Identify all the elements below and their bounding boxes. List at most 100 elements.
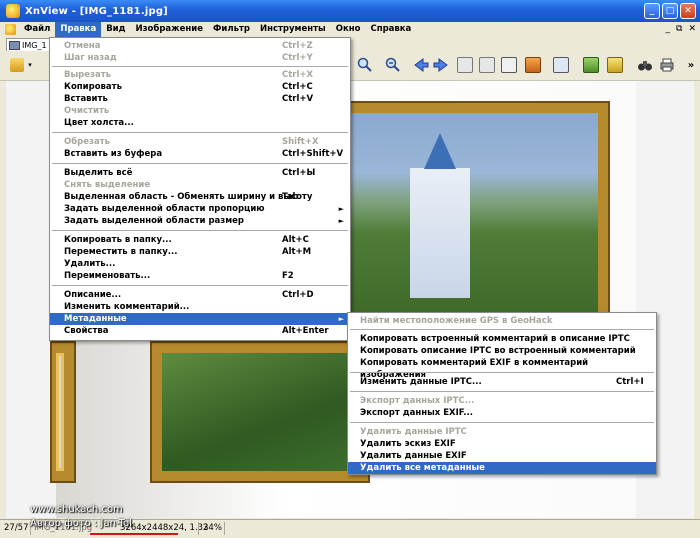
menu-edit-comment[interactable]: Изменить комментарий... bbox=[50, 301, 350, 313]
painting-frame-2 bbox=[152, 343, 368, 481]
menu-help[interactable]: Справка bbox=[365, 22, 416, 37]
convert-icon[interactable] bbox=[606, 56, 624, 74]
actual-size-icon[interactable] bbox=[478, 56, 496, 74]
menu-selection-ratio-label: Задать выделенной области пропорцию bbox=[64, 204, 265, 214]
more-icon[interactable]: » bbox=[682, 56, 700, 74]
menu-canvas-color[interactable]: Цвет холста... bbox=[50, 117, 350, 129]
metadata-submenu: Найти местоположение GPS в GeoHack Копир… bbox=[347, 312, 657, 475]
zoom-out-icon[interactable] bbox=[384, 56, 402, 74]
menu-step-back-label: Шаг назад bbox=[64, 53, 117, 63]
mdi-restore-button[interactable]: ⧉ bbox=[676, 24, 682, 34]
submenu-arrow-icon: ► bbox=[338, 217, 344, 225]
menu-step-back[interactable]: Шаг назад Ctrl+Y bbox=[50, 52, 350, 64]
menu-deselect[interactable]: Снять выделение bbox=[50, 179, 350, 191]
title-bar[interactable]: XnView - [IMG_1181.jpg] _ □ ✕ bbox=[0, 0, 700, 22]
menu-tools[interactable]: Инструменты bbox=[255, 22, 331, 37]
tab-image[interactable]: IMG_1 bbox=[6, 38, 50, 51]
menu-select-all-label: Выделить всё bbox=[64, 168, 133, 178]
menu-separator bbox=[350, 329, 654, 330]
menu-select-all[interactable]: Выделить всё Ctrl+Ы bbox=[50, 167, 350, 179]
submenu-geohack[interactable]: Найти местоположение GPS в GeoHack bbox=[348, 315, 656, 327]
menu-swap-selection[interactable]: Выделенная область - Обменять ширину и в… bbox=[50, 191, 350, 203]
submenu-delete-all-metadata[interactable]: Удалить все метаданные bbox=[348, 462, 656, 474]
zoom-in-icon[interactable] bbox=[356, 56, 374, 74]
menu-clear[interactable]: Очистить bbox=[50, 105, 350, 117]
menu-description[interactable]: Описание... Ctrl+D bbox=[50, 289, 350, 301]
menu-paste[interactable]: Вставить Ctrl+V bbox=[50, 93, 350, 105]
mdi-close-button[interactable]: ✕ bbox=[688, 24, 696, 34]
submenu-copy-iptc-to-comment[interactable]: Копировать описание IPTC во встроенный к… bbox=[348, 345, 656, 357]
menu-window[interactable]: Окно bbox=[331, 22, 366, 37]
browse-icon[interactable] bbox=[8, 56, 26, 74]
menu-cut-shortcut: Ctrl+X bbox=[282, 70, 314, 80]
menu-swap-selection-shortcut: Tab bbox=[282, 192, 299, 202]
menu-delete[interactable]: Удалить... bbox=[50, 258, 350, 270]
system-menu-icon[interactable] bbox=[5, 24, 16, 35]
menu-properties[interactable]: Свойства Alt+Enter bbox=[50, 325, 350, 337]
slideshow-icon[interactable] bbox=[524, 56, 542, 74]
menu-crop[interactable]: Обрезать Shift+X bbox=[50, 136, 350, 148]
menu-view[interactable]: Вид bbox=[101, 22, 130, 37]
submenu-copy-exif-comment[interactable]: Копировать комментарий EXIF в комментари… bbox=[348, 357, 656, 380]
submenu-arrow-icon: ► bbox=[338, 205, 344, 213]
next-icon[interactable] bbox=[432, 56, 450, 74]
menu-copy-shortcut: Ctrl+C bbox=[282, 82, 313, 92]
menu-rename[interactable]: Переименовать... F2 bbox=[50, 270, 350, 282]
menu-selection-ratio[interactable]: Задать выделенной области пропорцию ► bbox=[50, 203, 350, 215]
menu-copy-to-folder-label: Копировать в папку... bbox=[64, 235, 172, 245]
red-underline bbox=[90, 533, 178, 535]
submenu-delete-exif-thumbnail[interactable]: Удалить эскиз EXIF bbox=[348, 438, 656, 450]
menu-separator bbox=[52, 230, 348, 231]
submenu-copy-comment-to-iptc[interactable]: Копировать встроенный комментарий в опис… bbox=[348, 333, 656, 345]
close-button[interactable]: ✕ bbox=[680, 3, 696, 19]
menu-copy-to-folder[interactable]: Копировать в папку... Alt+C bbox=[50, 234, 350, 246]
xnview-app-icon[interactable] bbox=[6, 4, 20, 18]
menu-undo-shortcut: Ctrl+Z bbox=[282, 41, 313, 51]
binoculars-icon[interactable] bbox=[636, 56, 654, 74]
menu-properties-shortcut: Alt+Enter bbox=[282, 326, 329, 336]
submenu-geohack-label: Найти местоположение GPS в GeoHack bbox=[360, 316, 553, 326]
properties-icon[interactable] bbox=[582, 56, 600, 74]
submenu-copy-iptc-to-comment-label: Копировать описание IPTC во встроенный к… bbox=[360, 346, 636, 356]
submenu-export-exif-label: Экспорт данных EXIF... bbox=[360, 408, 473, 418]
menu-separator bbox=[52, 66, 348, 67]
menu-paste-from-clipboard-label: Вставить из буфера bbox=[64, 149, 163, 159]
menu-copy[interactable]: Копировать Ctrl+C bbox=[50, 81, 350, 93]
menu-edit[interactable]: Правка bbox=[55, 22, 102, 37]
menu-undo[interactable]: Отмена Ctrl+Z bbox=[50, 40, 350, 52]
submenu-edit-iptc-shortcut: Ctrl+I bbox=[616, 377, 644, 387]
dropdown-arrow-icon[interactable]: ▾ bbox=[26, 56, 34, 74]
painting-church bbox=[350, 113, 598, 313]
fullscreen-icon[interactable] bbox=[500, 56, 518, 74]
menu-paste-from-clipboard[interactable]: Вставить из буфера Ctrl+Shift+V bbox=[50, 148, 350, 160]
menu-metadata[interactable]: Метаданные ► bbox=[50, 313, 350, 325]
menu-metadata-label: Метаданные bbox=[64, 314, 127, 324]
menu-paste-shortcut: Ctrl+V bbox=[282, 94, 314, 104]
submenu-export-exif[interactable]: Экспорт данных EXIF... bbox=[348, 407, 656, 419]
menu-cut-label: Вырезать bbox=[64, 70, 111, 80]
menu-move-to-folder[interactable]: Переместить в папку... Alt+M bbox=[50, 246, 350, 258]
print-icon[interactable] bbox=[658, 56, 676, 74]
minimize-button[interactable]: _ bbox=[644, 3, 660, 19]
menu-clear-label: Очистить bbox=[64, 106, 110, 116]
menu-cut[interactable]: Вырезать Ctrl+X bbox=[50, 69, 350, 81]
maximize-button[interactable]: □ bbox=[662, 3, 678, 19]
menu-rename-shortcut: F2 bbox=[282, 271, 294, 281]
menu-image[interactable]: Изображение bbox=[131, 22, 208, 37]
menu-bar: Файл Правка Вид Изображение Фильтр Инстр… bbox=[0, 22, 700, 37]
menu-filter[interactable]: Фильтр bbox=[208, 22, 255, 37]
image-icon bbox=[9, 40, 20, 50]
submenu-delete-exif[interactable]: Удалить данные EXIF bbox=[348, 450, 656, 462]
rotate-icon[interactable] bbox=[552, 56, 570, 74]
submenu-edit-iptc[interactable]: Изменить данные IPTC... Ctrl+I bbox=[348, 376, 656, 388]
menu-canvas-color-label: Цвет холста... bbox=[64, 118, 134, 128]
submenu-delete-iptc[interactable]: Удалить данные IPTC bbox=[348, 426, 656, 438]
submenu-delete-exif-label: Удалить данные EXIF bbox=[360, 451, 467, 461]
previous-icon[interactable] bbox=[412, 56, 430, 74]
fit-icon[interactable] bbox=[456, 56, 474, 74]
menu-file[interactable]: Файл bbox=[19, 22, 55, 37]
menu-selection-size[interactable]: Задать выделенной области размер ► bbox=[50, 215, 350, 227]
menu-separator bbox=[350, 372, 654, 373]
submenu-export-iptc[interactable]: Экспорт данных IPTC... bbox=[348, 395, 656, 407]
mdi-minimize-button[interactable]: _ bbox=[666, 24, 671, 34]
